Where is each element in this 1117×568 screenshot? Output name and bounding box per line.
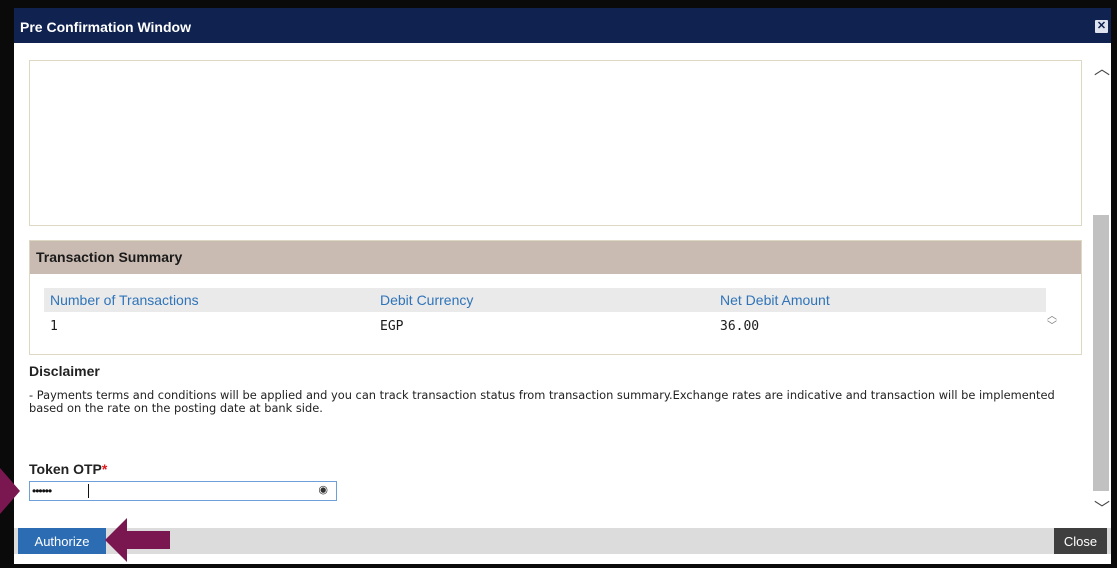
summary-table: Number of Transactions Debit Currency Ne…	[44, 288, 1057, 337]
otp-masked-value: ••••••	[32, 484, 52, 498]
transaction-summary-header: Transaction Summary	[30, 241, 1081, 274]
table-scroll-icon[interactable]: ︿ ﹀	[1045, 312, 1059, 337]
header-debit-currency: Debit Currency	[380, 292, 474, 308]
disclaimer-title: Disclaimer	[29, 363, 100, 379]
content-scrollbar[interactable]: ︿ ﹀	[1093, 43, 1111, 524]
token-otp-label-text: Token OTP	[29, 461, 102, 477]
cell-net-debit-amount: 36.00	[720, 319, 760, 334]
dialog-content: Transaction Summary Number of Transactio…	[14, 43, 1111, 524]
dialog-footer: Authorize Close	[14, 524, 1111, 564]
cell-debit-currency: EGP	[380, 319, 404, 334]
annotation-arrow-icon	[105, 518, 170, 562]
dialog-titlebar: Pre Confirmation Window ✕	[14, 8, 1111, 43]
transactions-panel	[29, 60, 1082, 226]
header-net-debit-amount: Net Debit Amount	[720, 292, 830, 308]
token-otp-input[interactable]: •••••• ◉	[29, 481, 337, 501]
authorize-button[interactable]: Authorize	[18, 528, 106, 554]
token-otp-label: Token OTP*	[29, 461, 107, 477]
close-icon[interactable]: ✕	[1095, 20, 1108, 33]
disclaimer-text: - Payments terms and conditions will be …	[29, 388, 1055, 415]
close-button[interactable]: Close	[1054, 528, 1107, 554]
text-caret	[88, 484, 89, 498]
transaction-summary-panel: Transaction Summary Number of Transactio…	[29, 240, 1082, 355]
show-password-icon[interactable]: ◉	[318, 483, 328, 496]
header-number-of-transactions: Number of Transactions	[50, 292, 199, 308]
annotation-arrow-icon	[0, 468, 20, 514]
scroll-up-icon[interactable]: ︿	[1093, 55, 1111, 78]
required-mark: *	[101, 461, 108, 477]
dialog-title: Pre Confirmation Window	[20, 19, 191, 35]
footer-bar	[14, 528, 1111, 554]
scroll-down-icon[interactable]: ﹀	[1093, 495, 1111, 518]
table-row	[44, 312, 1046, 337]
pre-confirmation-dialog: Pre Confirmation Window ✕ Transaction Su…	[14, 8, 1111, 564]
cell-number-of-transactions: 1	[50, 319, 58, 334]
scroll-thumb[interactable]	[1093, 215, 1109, 491]
